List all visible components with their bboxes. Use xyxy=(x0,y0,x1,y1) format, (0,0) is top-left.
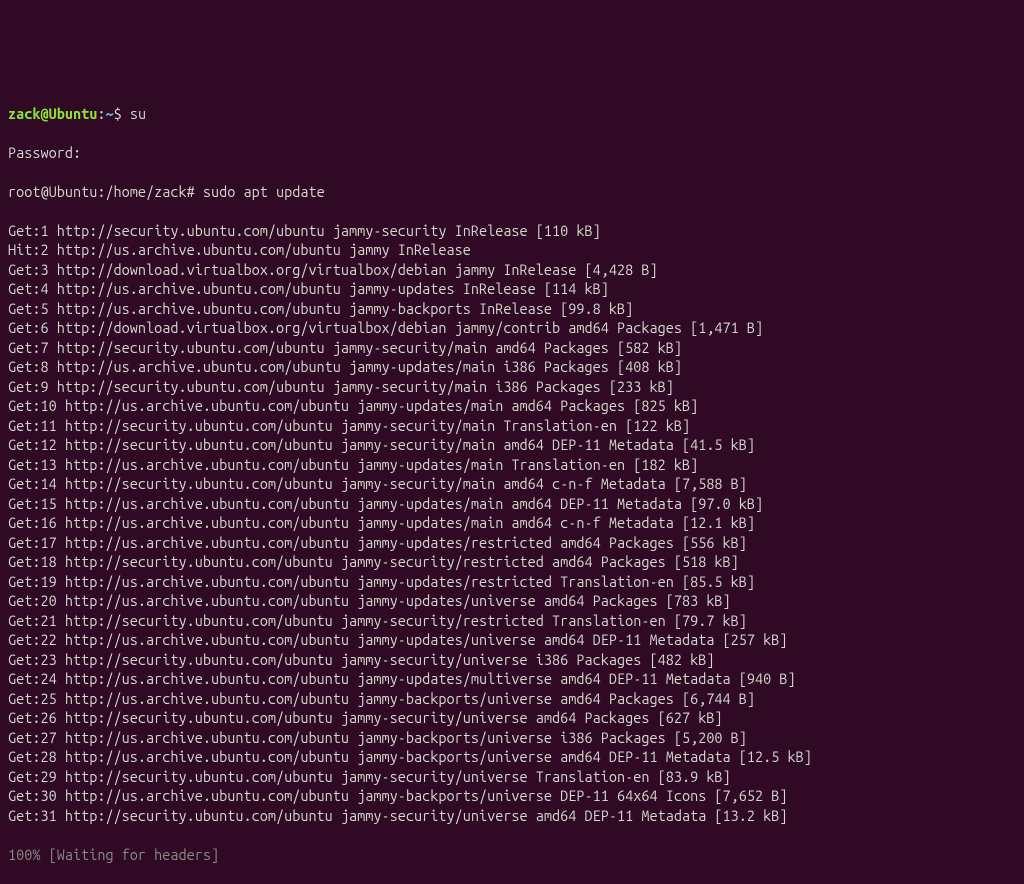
output-line: Get:5 http://us.archive.ubuntu.com/ubunt… xyxy=(8,299,1016,319)
output-line: Hit:2 http://us.archive.ubuntu.com/ubunt… xyxy=(8,240,1016,260)
output-line: Get:30 http://us.archive.ubuntu.com/ubun… xyxy=(8,786,1016,806)
output-line: Get:3 http://download.virtualbox.org/vir… xyxy=(8,260,1016,280)
password-prompt: Password: xyxy=(8,143,1016,163)
output-line: Get:15 http://us.archive.ubuntu.com/ubun… xyxy=(8,494,1016,514)
root-prompt: root@Ubuntu:/home/zack# xyxy=(8,183,195,200)
output-line: Get:4 http://us.archive.ubuntu.com/ubunt… xyxy=(8,279,1016,299)
output-line: Get:21 http://security.ubuntu.com/ubuntu… xyxy=(8,611,1016,631)
output-line: Get:7 http://security.ubuntu.com/ubuntu … xyxy=(8,338,1016,358)
output-line: Get:13 http://us.archive.ubuntu.com/ubun… xyxy=(8,455,1016,475)
progress-status: 100% [Waiting for headers] xyxy=(8,845,1016,865)
prompt-user: zack xyxy=(8,105,40,122)
prompt-symbol: $ xyxy=(114,105,122,122)
command-su: su xyxy=(130,105,146,122)
prompt-line-1: zack@Ubuntu:~$ su xyxy=(8,104,1016,124)
output-line: Get:11 http://security.ubuntu.com/ubuntu… xyxy=(8,416,1016,436)
apt-output: Get:1 http://security.ubuntu.com/ubuntu … xyxy=(8,221,1016,826)
output-line: Get:10 http://us.archive.ubuntu.com/ubun… xyxy=(8,396,1016,416)
output-line: Get:26 http://security.ubuntu.com/ubuntu… xyxy=(8,708,1016,728)
prompt-at: @ xyxy=(40,105,48,122)
output-line: Get:1 http://security.ubuntu.com/ubuntu … xyxy=(8,221,1016,241)
prompt-line-2: root@Ubuntu:/home/zack# sudo apt update xyxy=(8,182,1016,202)
command-apt-update: sudo apt update xyxy=(203,183,325,200)
output-line: Get:24 http://us.archive.ubuntu.com/ubun… xyxy=(8,669,1016,689)
output-line: Get:31 http://security.ubuntu.com/ubuntu… xyxy=(8,806,1016,826)
terminal-window[interactable]: zack@Ubuntu:~$ su Password: root@Ubuntu:… xyxy=(8,84,1016,775)
output-line: Get:23 http://security.ubuntu.com/ubuntu… xyxy=(8,650,1016,670)
output-line: Get:27 http://us.archive.ubuntu.com/ubun… xyxy=(8,728,1016,748)
output-line: Get:9 http://security.ubuntu.com/ubuntu … xyxy=(8,377,1016,397)
output-line: Get:6 http://download.virtualbox.org/vir… xyxy=(8,318,1016,338)
output-line: Get:19 http://us.archive.ubuntu.com/ubun… xyxy=(8,572,1016,592)
output-line: Get:17 http://us.archive.ubuntu.com/ubun… xyxy=(8,533,1016,553)
output-line: Get:29 http://security.ubuntu.com/ubuntu… xyxy=(8,767,1016,787)
output-line: Get:16 http://us.archive.ubuntu.com/ubun… xyxy=(8,513,1016,533)
output-line: Get:18 http://security.ubuntu.com/ubuntu… xyxy=(8,552,1016,572)
output-line: Get:28 http://us.archive.ubuntu.com/ubun… xyxy=(8,747,1016,767)
output-line: Get:22 http://us.archive.ubuntu.com/ubun… xyxy=(8,630,1016,650)
output-line: Get:20 http://us.archive.ubuntu.com/ubun… xyxy=(8,591,1016,611)
output-line: Get:14 http://security.ubuntu.com/ubuntu… xyxy=(8,474,1016,494)
prompt-host: Ubuntu xyxy=(49,105,98,122)
output-line: Get:12 http://security.ubuntu.com/ubuntu… xyxy=(8,435,1016,455)
output-line: Get:8 http://us.archive.ubuntu.com/ubunt… xyxy=(8,357,1016,377)
prompt-path: ~ xyxy=(105,105,113,122)
output-line: Get:25 http://us.archive.ubuntu.com/ubun… xyxy=(8,689,1016,709)
